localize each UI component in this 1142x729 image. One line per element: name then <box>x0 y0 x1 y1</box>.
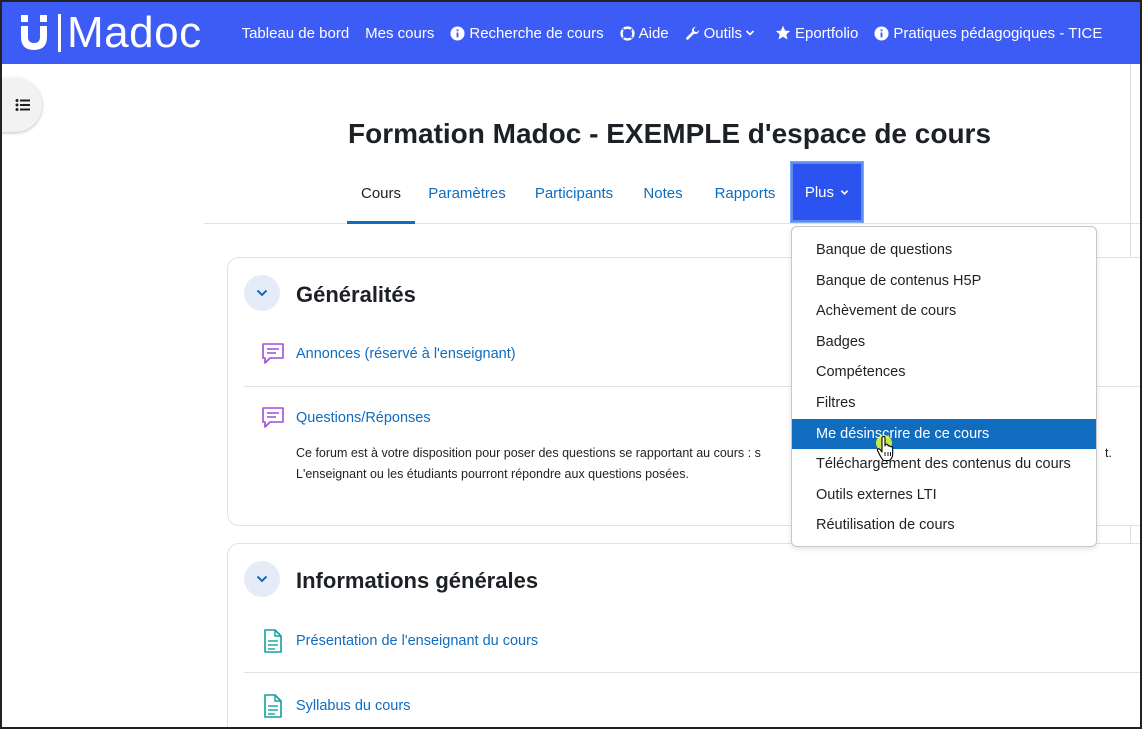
activity-announcements[interactable]: Annonces (réservé à l'enseignant) <box>260 341 516 367</box>
tab-more[interactable]: Plus <box>791 162 863 222</box>
course-secondary-navigation: Cours Paramètres Participants Notes Rapp… <box>204 162 1140 224</box>
nav-course-search[interactable]: Recherche de cours <box>450 24 604 42</box>
list-icon <box>15 99 30 111</box>
menu-item-h5p-content-bank[interactable]: Banque de contenus H5P <box>792 266 1096 297</box>
chevron-down-icon <box>256 575 268 583</box>
tab-settings[interactable]: Paramètres <box>424 162 510 224</box>
chevron-down-icon <box>745 30 755 36</box>
hand-pointer-cursor-icon <box>876 435 894 462</box>
nav-my-courses[interactable]: Mes cours <box>365 25 434 42</box>
nav-tice[interactable]: Pratiques pédagogiques - TICE <box>874 25 1102 42</box>
info-icon <box>874 25 889 41</box>
menu-item-unenrol[interactable]: Me désinscrire de ce cours <box>792 418 1096 450</box>
activity-link[interactable]: Syllabus du cours <box>296 698 410 714</box>
nav-dashboard-label: Tableau de bord <box>241 24 350 42</box>
more-dropdown-menu: Banque de questions Banque de contenus H… <box>791 226 1097 547</box>
activity-description: Ce forum est à votre disposition pour po… <box>296 443 761 485</box>
browser-frame: Madoc Tableau de bord Mes cours Recherch… <box>0 0 1142 729</box>
lifebuoy-icon <box>619 25 635 41</box>
logo-text: Madoc <box>67 8 202 57</box>
nav-eportfolio[interactable]: Eportfolio <box>775 25 858 42</box>
course-section-general-information: Informations générales Présentation de l… <box>227 543 1140 727</box>
section-collapse-button[interactable] <box>244 561 280 597</box>
wrench-icon <box>685 26 699 40</box>
menu-item-filters[interactable]: Filtres <box>792 388 1096 419</box>
activity-questions-answers[interactable]: Questions/Réponses <box>260 405 431 431</box>
section-title: Généralités <box>296 282 416 307</box>
description-tail: t. <box>1105 446 1112 460</box>
nav-dashboard[interactable]: Tableau de bord <box>242 25 350 42</box>
tab-more-label: Plus <box>804 184 834 201</box>
activity-link[interactable]: Annonces (réservé à l'enseignant) <box>296 346 516 362</box>
section-collapse-button[interactable] <box>244 275 280 311</box>
star-icon <box>775 25 791 40</box>
activity-link[interactable]: Questions/Réponses <box>296 410 431 426</box>
forum-icon <box>262 407 284 428</box>
menu-item-course-reuse[interactable]: Réutilisation de cours <box>792 510 1096 541</box>
menu-item-course-completion[interactable]: Achèvement de cours <box>792 296 1096 327</box>
tab-participants[interactable]: Participants <box>528 162 620 224</box>
page-icon <box>264 694 282 718</box>
page-title: Formation Madoc - EXEMPLE d'espace de co… <box>348 118 992 149</box>
nav-my-courses-label: Mes cours <box>365 24 435 42</box>
info-icon <box>450 25 465 41</box>
chevron-down-icon <box>840 190 849 195</box>
activity-divider <box>244 672 1140 673</box>
nav-eportfolio-label: Eportfolio <box>794 24 859 42</box>
menu-item-badges[interactable]: Badges <box>792 327 1096 358</box>
nav-tice-label: Pratiques pédagogiques - TICE <box>893 24 1103 42</box>
menu-item-lti-tools[interactable]: Outils externes LTI <box>792 480 1096 511</box>
chevron-down-icon <box>256 289 268 297</box>
menu-item-question-bank[interactable]: Banque de questions <box>792 235 1096 266</box>
activity-link[interactable]: Présentation de l'enseignant du cours <box>296 633 538 649</box>
nav-course-search-label: Recherche de cours <box>469 24 604 42</box>
activity-syllabus[interactable]: Syllabus du cours <box>260 693 410 719</box>
tab-reports[interactable]: Rapports <box>707 162 783 224</box>
primary-navigation: Tableau de bord Mes cours Recherche de c… <box>242 2 1119 64</box>
madoc-logo-mark-icon <box>21 15 47 50</box>
top-navbar: Madoc Tableau de bord Mes cours Recherch… <box>2 2 1140 64</box>
nav-tools[interactable]: Outils <box>685 25 759 42</box>
menu-item-competencies[interactable]: Compétences <box>792 357 1096 388</box>
course-index-toggle[interactable] <box>2 78 42 132</box>
section-title: Informations générales <box>296 568 539 593</box>
tab-grades[interactable]: Notes <box>636 162 690 224</box>
description-line: Ce forum est à votre disposition pour po… <box>296 446 761 460</box>
tab-course[interactable]: Cours <box>347 162 415 224</box>
forum-icon <box>262 343 284 364</box>
activity-teacher-presentation[interactable]: Présentation de l'enseignant du cours <box>260 628 538 654</box>
madoc-logo[interactable]: Madoc <box>18 2 202 64</box>
description-line: L'enseignant ou les étudiants pourront r… <box>296 467 689 481</box>
nav-help-label: Aide <box>638 24 669 42</box>
nav-help[interactable]: Aide <box>619 24 669 42</box>
logo-separator <box>58 14 61 52</box>
nav-tools-label: Outils <box>703 24 742 42</box>
page-icon <box>264 629 282 653</box>
menu-item-download-content[interactable]: Téléchargement des contenus du cours <box>792 449 1096 480</box>
